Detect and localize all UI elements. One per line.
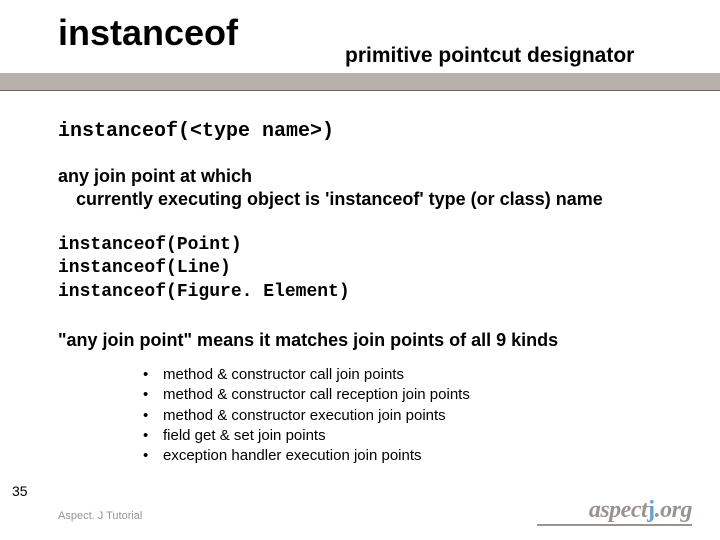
slide-title: instanceof [58,12,238,54]
example-line: instanceof(Figure. Element) [58,281,680,304]
logo-text: aspectj.org [589,497,692,523]
description-2: "any join point" means it matches join p… [58,330,680,351]
slide-subtitle: primitive pointcut designator [345,44,634,68]
description: any join point at which currently execut… [58,165,680,210]
bullet-list: •method & constructor call join points •… [58,365,680,466]
logo-dot: j [647,497,655,523]
bullet-text: field get & set join points [163,426,326,446]
bullet-text: exception handler execution join points [163,446,422,466]
bullet-text: method & constructor call join points [163,365,404,385]
example-line: instanceof(Point) [58,234,680,257]
desc-line1: any join point at which [58,165,680,188]
list-item: •method & constructor execution join poi… [143,406,680,426]
logo-part-a: aspect [589,497,647,523]
list-item: •exception handler execution join points [143,446,680,466]
bullet-icon: • [143,406,163,426]
slide-number: 35 [12,483,28,499]
bullet-text: method & constructor execution join poin… [163,406,446,426]
logo-underline [537,524,692,526]
slide: instanceof primitive pointcut designator… [0,0,720,540]
example-line: instanceof(Line) [58,257,680,280]
bullet-icon: • [143,365,163,385]
content-area: instanceof(<type name>) any join point a… [58,120,680,466]
syntax-code: instanceof(<type name>) [58,120,680,143]
example-code: instanceof(Point) instanceof(Line) insta… [58,234,680,304]
title-divider [0,73,720,91]
aspectj-logo: aspectj.org [537,497,692,526]
bullet-icon: • [143,385,163,405]
bullet-icon: • [143,426,163,446]
desc-line2: currently executing object is 'instanceo… [58,188,680,211]
bullet-icon: • [143,446,163,466]
list-item: •method & constructor call join points [143,365,680,385]
footer-text: Aspect. J Tutorial [58,510,142,522]
list-item: •method & constructor call reception joi… [143,385,680,405]
bullet-text: method & constructor call reception join… [163,385,470,405]
list-item: •field get & set join points [143,426,680,446]
logo-part-b: .org [655,497,692,523]
